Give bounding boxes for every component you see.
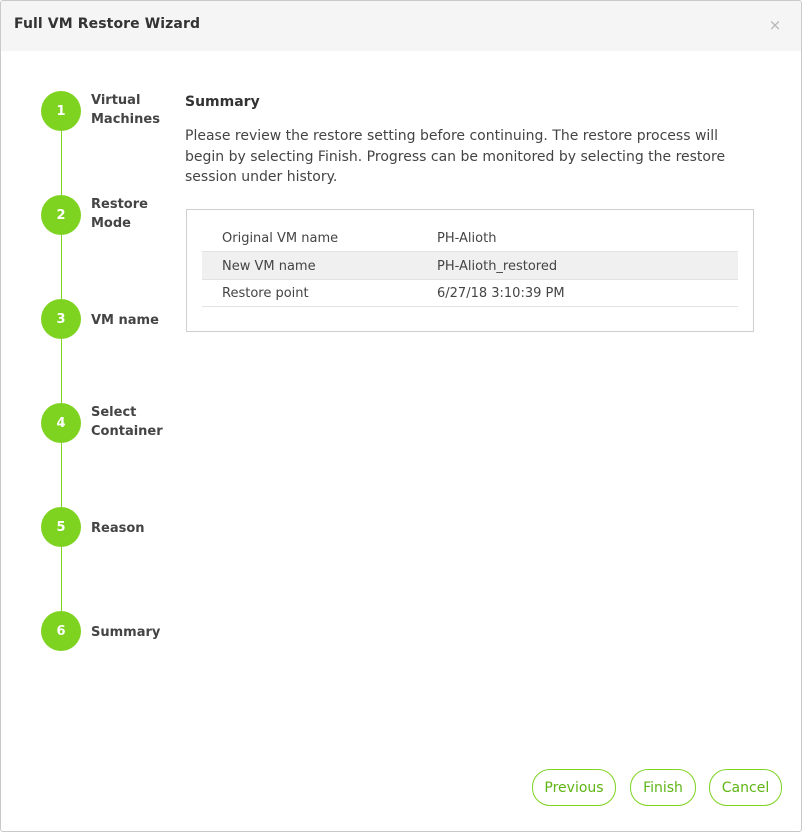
step-connector: [61, 339, 62, 403]
row-label: Original VM name: [222, 231, 339, 246]
row-value: PH-Alioth_restored: [437, 259, 558, 274]
dialog-titlebar: Full VM Restore Wizard ×: [1, 1, 801, 51]
step-number: 3: [41, 299, 81, 339]
step-virtual-machines[interactable]: 1 Virtual Machines: [41, 91, 181, 135]
step-label: Virtual Machines: [91, 93, 160, 127]
restore-wizard-dialog: Full VM Restore Wizard × 1 Virtual Machi…: [0, 0, 802, 832]
step-restore-mode[interactable]: 2 Restore Mode: [41, 195, 181, 239]
step-connector: [61, 235, 62, 299]
step-summary[interactable]: 6 Summary: [41, 611, 181, 655]
step-reason[interactable]: 5 Reason: [41, 507, 181, 551]
row-label: Restore point: [222, 286, 309, 301]
previous-button[interactable]: Previous: [532, 769, 616, 806]
row-value: 6/27/18 3:10:39 PM: [437, 286, 565, 301]
step-number: 2: [41, 195, 81, 235]
step-number: 5: [41, 507, 81, 547]
step-label: VM name: [91, 313, 159, 328]
table-row: Restore point 6/27/18 3:10:39 PM: [202, 279, 738, 307]
step-connector: [61, 443, 62, 507]
step-label: Select Container: [91, 405, 163, 439]
row-label: New VM name: [222, 259, 316, 274]
summary-title: Summary: [185, 94, 260, 110]
step-label: Summary: [91, 625, 161, 640]
finish-button[interactable]: Finish: [630, 769, 696, 806]
step-label: Restore Mode: [91, 197, 148, 231]
summary-table: Original VM name PH-Alioth New VM name P…: [186, 209, 754, 332]
step-label: Reason: [91, 521, 145, 536]
row-value: PH-Alioth: [437, 231, 497, 246]
cancel-button[interactable]: Cancel: [709, 769, 782, 806]
dialog-title: Full VM Restore Wizard: [14, 16, 201, 32]
step-connector: [61, 131, 62, 195]
step-select-container[interactable]: 4 Select Container: [41, 403, 181, 447]
step-vm-name[interactable]: 3 VM name: [41, 299, 181, 343]
step-number: 4: [41, 403, 81, 443]
table-row: Original VM name PH-Alioth: [202, 224, 738, 252]
close-icon[interactable]: ×: [768, 17, 782, 33]
step-number: 1: [41, 91, 81, 131]
table-row: New VM name PH-Alioth_restored: [202, 252, 738, 280]
summary-description: Please review the restore setting before…: [185, 128, 726, 185]
step-number: 6: [41, 611, 81, 651]
step-connector: [61, 547, 62, 611]
